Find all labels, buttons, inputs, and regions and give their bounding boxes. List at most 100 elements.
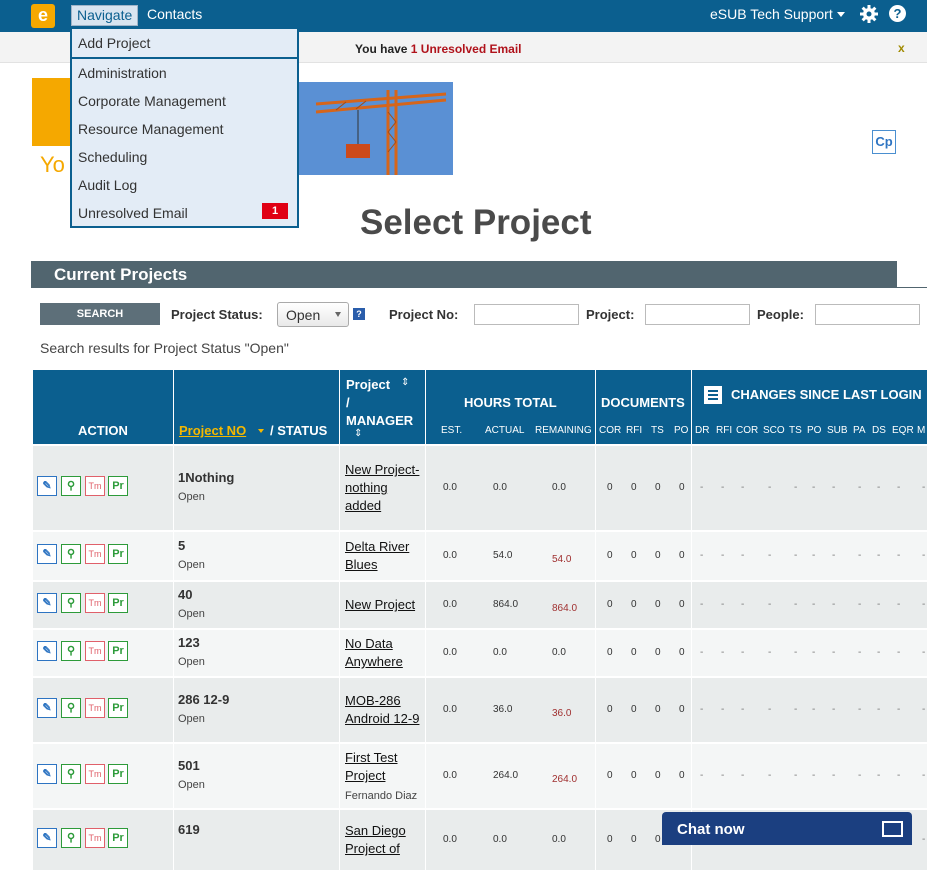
production-icon[interactable]: Pr <box>108 828 128 848</box>
search-icon[interactable]: ⚲ <box>61 593 81 613</box>
search-icon[interactable]: ⚲ <box>61 544 81 564</box>
change-indicator: - <box>721 550 725 561</box>
column-divider <box>173 582 174 628</box>
people-input[interactable] <box>815 304 920 325</box>
document-count: 0 <box>655 704 661 715</box>
edit-icon[interactable]: ✎ <box>37 828 57 848</box>
change-indicator: - <box>700 599 704 610</box>
project-name-link[interactable]: New Project-nothing added <box>345 461 421 515</box>
header-project[interactable]: Project <box>346 377 390 392</box>
timecard-icon[interactable]: Tm <box>85 764 105 784</box>
hours-remaining: 264.0 <box>552 774 578 785</box>
menu-item-resource-management[interactable]: Resource Management <box>78 121 224 137</box>
header-slash: / <box>346 395 350 410</box>
project-number: 286 12-9 <box>178 692 230 707</box>
table-row <box>33 744 927 808</box>
crane-banner-image <box>296 82 453 175</box>
menu-item-add-project[interactable]: Add Project <box>78 35 150 51</box>
sort-down-icon[interactable] <box>258 429 264 433</box>
header-project-no[interactable]: Project NO <box>179 423 246 438</box>
header-doc-col: TS <box>651 425 664 436</box>
header-action: ACTION <box>78 423 128 438</box>
gear-icon[interactable] <box>859 4 879 24</box>
esub-logo[interactable]: e <box>31 4 55 28</box>
change-indicator: - <box>768 770 772 781</box>
unresolved-email-link[interactable]: 1 Unresolved Email <box>411 42 522 56</box>
table-row <box>33 532 927 580</box>
row-divider <box>33 580 927 582</box>
project-status-select[interactable]: Open <box>277 302 349 327</box>
edit-icon[interactable]: ✎ <box>37 698 57 718</box>
project-name-link[interactable]: Delta River Blues <box>345 538 421 574</box>
nav-contacts-link[interactable]: Contacts <box>147 6 202 22</box>
edit-icon[interactable]: ✎ <box>37 641 57 661</box>
timecard-icon[interactable]: Tm <box>85 698 105 718</box>
sort-icon[interactable]: ⇕ <box>401 377 409 388</box>
edit-icon[interactable]: ✎ <box>37 593 57 613</box>
search-icon[interactable]: ⚲ <box>61 476 81 496</box>
column-divider <box>339 370 340 444</box>
header-manager[interactable]: MANAGER <box>346 413 413 428</box>
production-icon[interactable]: Pr <box>108 544 128 564</box>
menu-item-corporate-management[interactable]: Corporate Management <box>78 93 226 109</box>
table-row <box>33 582 927 628</box>
production-icon[interactable]: Pr <box>108 476 128 496</box>
hours-remaining: 0.0 <box>552 647 566 658</box>
change-indicator: - <box>832 599 836 610</box>
search-button[interactable]: SEARCH <box>40 303 160 325</box>
menu-item-administration[interactable]: Administration <box>78 65 167 81</box>
edit-icon[interactable]: ✎ <box>37 476 57 496</box>
project-name-link[interactable]: MOB-286 Android 12-9 <box>345 692 421 728</box>
menu-item-audit-log[interactable]: Audit Log <box>78 177 137 193</box>
timecard-icon[interactable]: Tm <box>85 544 105 564</box>
header-doc-col: PO <box>674 425 689 436</box>
user-menu[interactable]: eSUB Tech Support <box>710 6 845 22</box>
document-count: 0 <box>607 482 613 493</box>
project-name-link[interactable]: First Test Project <box>345 749 421 785</box>
edit-icon[interactable]: ✎ <box>37 544 57 564</box>
change-indicator: - <box>877 550 881 561</box>
nav-navigate-menu[interactable]: Navigate <box>71 5 139 26</box>
change-indicator: - <box>832 647 836 658</box>
chat-now-button[interactable]: Chat now <box>662 812 912 845</box>
production-icon[interactable]: Pr <box>108 593 128 613</box>
notice-prefix: You have <box>355 42 411 56</box>
column-divider <box>425 532 426 580</box>
column-divider <box>339 446 340 530</box>
project-input[interactable] <box>645 304 750 325</box>
change-indicator: - <box>768 704 772 715</box>
cp-button[interactable]: Cp <box>872 130 896 154</box>
status-help-icon[interactable]: ? <box>353 308 365 320</box>
change-indicator: - <box>700 647 704 658</box>
list-icon[interactable] <box>704 386 722 404</box>
menu-item-unresolved-email[interactable]: Unresolved Email <box>78 205 188 221</box>
row-divider <box>33 444 927 446</box>
change-indicator: - <box>877 647 881 658</box>
project-no-input[interactable] <box>474 304 579 325</box>
change-indicator: - <box>858 770 862 781</box>
column-divider <box>595 810 596 870</box>
menu-item-scheduling[interactable]: Scheduling <box>78 149 147 165</box>
change-indicator: - <box>897 704 901 715</box>
timecard-icon[interactable]: Tm <box>85 641 105 661</box>
search-icon[interactable]: ⚲ <box>61 764 81 784</box>
production-icon[interactable]: Pr <box>108 641 128 661</box>
project-name-link[interactable]: No Data Anywhere <box>345 635 421 671</box>
column-divider <box>339 810 340 870</box>
close-notice-button[interactable]: x <box>898 41 905 55</box>
production-icon[interactable]: Pr <box>108 764 128 784</box>
sort-icon[interactable]: ⇕ <box>354 428 362 439</box>
edit-icon[interactable]: ✎ <box>37 764 57 784</box>
production-icon[interactable]: Pr <box>108 698 128 718</box>
help-icon[interactable]: ? <box>889 5 906 22</box>
project-name-link[interactable]: New Project <box>345 596 421 614</box>
timecard-icon[interactable]: Tm <box>85 476 105 496</box>
timecard-icon[interactable]: Tm <box>85 593 105 613</box>
search-icon[interactable]: ⚲ <box>61 641 81 661</box>
column-divider <box>425 582 426 628</box>
column-divider <box>173 810 174 870</box>
search-icon[interactable]: ⚲ <box>61 828 81 848</box>
search-icon[interactable]: ⚲ <box>61 698 81 718</box>
timecard-icon[interactable]: Tm <box>85 828 105 848</box>
project-name-link[interactable]: San Diego Project of <box>345 822 421 858</box>
